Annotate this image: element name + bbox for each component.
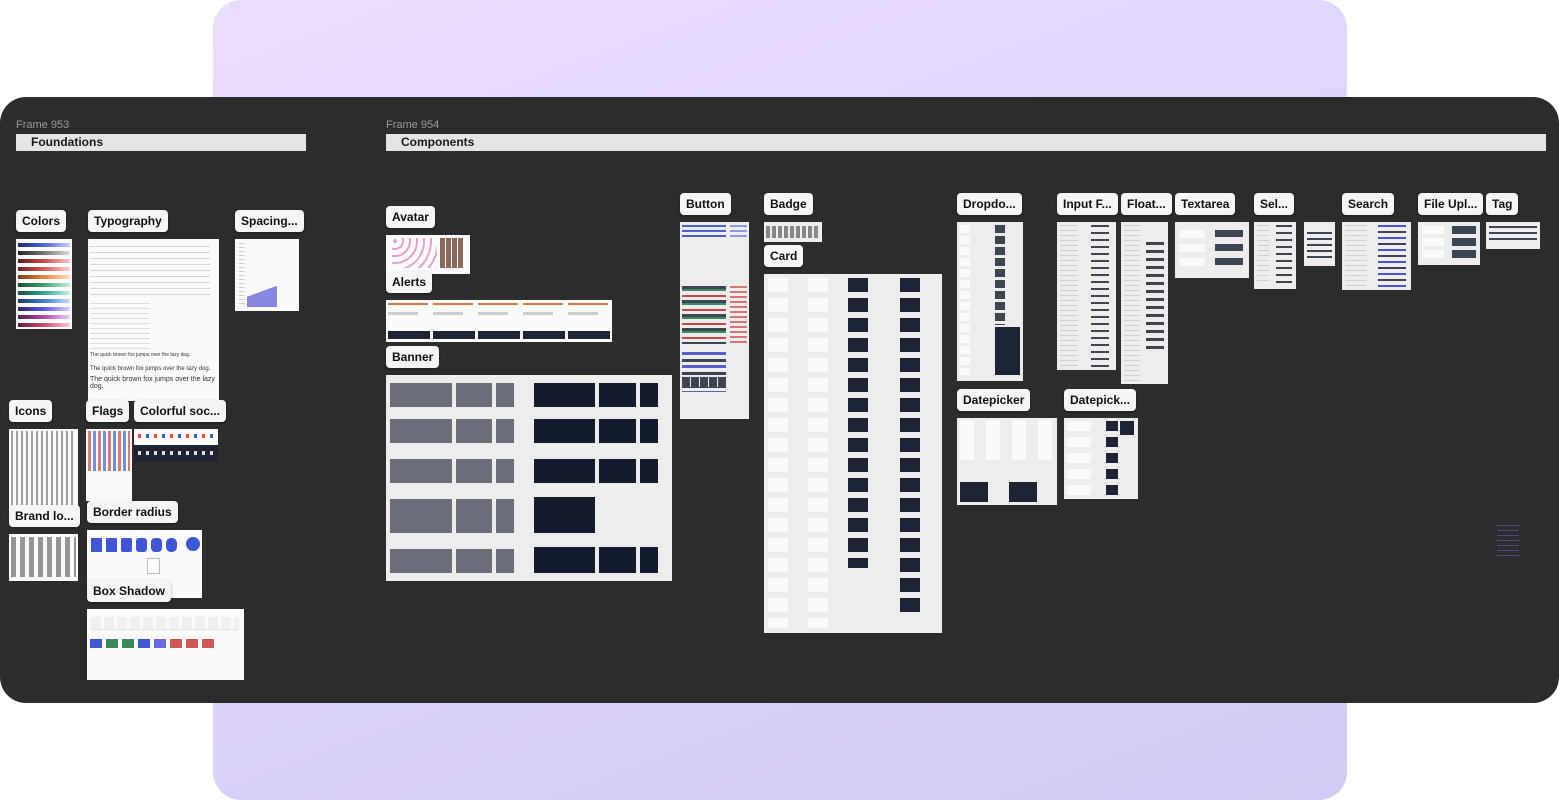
dropdown-label[interactable]: Dropdo... bbox=[957, 193, 1022, 215]
colors-panel[interactable] bbox=[16, 239, 72, 329]
figma-canvas[interactable]: Frame 953 Foundations Frame 954 Componen… bbox=[0, 97, 1559, 703]
dropdown-panel[interactable] bbox=[957, 222, 1023, 381]
select-variants-panel[interactable] bbox=[1304, 222, 1335, 266]
search-label[interactable]: Search bbox=[1342, 193, 1395, 215]
brand-logos-panel[interactable] bbox=[9, 534, 78, 581]
card-panel[interactable] bbox=[764, 274, 942, 633]
border-radius-label[interactable]: Border radius bbox=[87, 501, 178, 523]
type-sample-3: The quick brown fox jumps over the lazy … bbox=[90, 376, 215, 390]
search-panel[interactable] bbox=[1342, 222, 1411, 290]
badge-label[interactable]: Badge bbox=[764, 193, 813, 215]
typography-panel[interactable]: The quick brown fox jumps over the lazy … bbox=[88, 239, 219, 401]
foundations-header[interactable]: Foundations bbox=[16, 134, 306, 151]
icons-panel[interactable] bbox=[9, 429, 78, 513]
type-sample-2: The quick brown fox jumps over the lazy … bbox=[90, 366, 211, 372]
spacing-panel[interactable] bbox=[235, 239, 299, 311]
icons-label[interactable]: Icons bbox=[9, 400, 53, 422]
textarea-panel[interactable] bbox=[1175, 222, 1249, 278]
flags-label[interactable]: Flags bbox=[86, 400, 130, 422]
spacing-label[interactable]: Spacing... bbox=[235, 210, 304, 232]
datepicker-panel[interactable] bbox=[957, 418, 1057, 505]
type-sample-1: The quick brown fox jumps over the lazy … bbox=[90, 352, 191, 358]
flags-panel[interactable] bbox=[86, 429, 132, 501]
textarea-label[interactable]: Textarea bbox=[1175, 193, 1236, 215]
badge-panel[interactable] bbox=[764, 222, 822, 242]
datepicker-label[interactable]: Datepicker bbox=[957, 389, 1031, 411]
input-field-panel[interactable] bbox=[1057, 222, 1116, 370]
colors-label[interactable]: Colors bbox=[16, 210, 67, 232]
input-field-label[interactable]: Input F... bbox=[1057, 193, 1118, 215]
tag-label[interactable]: Tag bbox=[1486, 193, 1519, 215]
file-upload-panel[interactable] bbox=[1418, 222, 1480, 265]
select-panel[interactable] bbox=[1254, 222, 1296, 289]
box-shadow-label[interactable]: Box Shadow bbox=[87, 580, 172, 602]
colorful-social-label[interactable]: Colorful soc... bbox=[134, 400, 227, 422]
select-label[interactable]: Sel... bbox=[1254, 193, 1295, 215]
brand-logos-label[interactable]: Brand lo... bbox=[9, 505, 80, 527]
tag-panel[interactable] bbox=[1486, 222, 1540, 249]
box-shadow-panel[interactable] bbox=[87, 609, 244, 680]
banner-label[interactable]: Banner bbox=[386, 346, 440, 368]
frame-954-name[interactable]: Frame 954 bbox=[386, 119, 439, 131]
button-label[interactable]: Button bbox=[680, 193, 731, 215]
components-header[interactable]: Components bbox=[386, 134, 1546, 151]
card-label[interactable]: Card bbox=[764, 245, 804, 267]
banner-panel[interactable] bbox=[386, 375, 672, 581]
button-panel[interactable] bbox=[680, 222, 749, 419]
colorful-social-panel[interactable] bbox=[134, 429, 218, 461]
avatar-label[interactable]: Avatar bbox=[386, 206, 435, 228]
datepicker2-panel[interactable] bbox=[1064, 418, 1138, 499]
alerts-panel[interactable] bbox=[386, 300, 612, 342]
alerts-label[interactable]: Alerts bbox=[386, 271, 433, 293]
floating-label[interactable]: Float... bbox=[1121, 193, 1172, 215]
frame-953-name[interactable]: Frame 953 bbox=[16, 119, 69, 131]
datepicker2-label[interactable]: Datepick... bbox=[1064, 389, 1137, 411]
avatar-panel[interactable] bbox=[386, 235, 470, 274]
typography-label[interactable]: Typography bbox=[88, 210, 168, 232]
floating-panel[interactable] bbox=[1121, 222, 1168, 384]
placeholder-lines bbox=[1497, 525, 1519, 559]
file-upload-label[interactable]: File Upl... bbox=[1418, 193, 1484, 215]
